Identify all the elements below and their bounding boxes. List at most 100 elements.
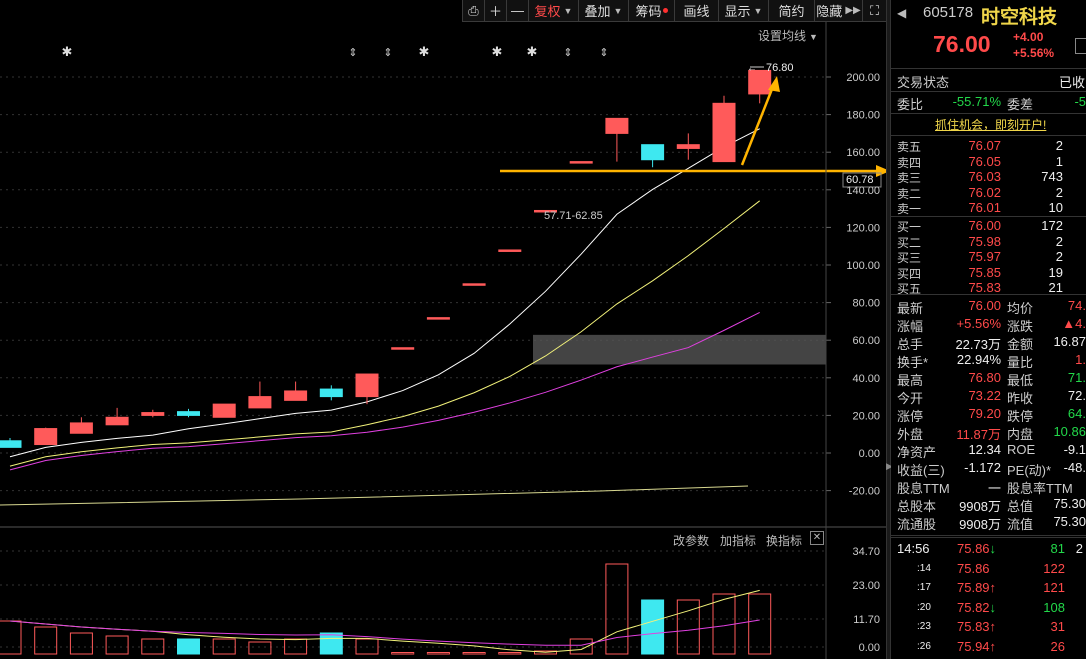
change-params-link[interactable]: 改参数 [673,532,709,549]
tick-volume: 108 [1043,599,1065,615]
event-star-icon: ✱ [492,44,503,59]
draw-line-button[interactable]: 画线 [674,0,718,22]
tick-price: 75.94↑ [957,638,997,654]
bid-level-label: 买三 [897,251,922,265]
candle-body [0,440,22,448]
annotations: 60.7876.80←57.71-62.85 [500,62,886,222]
ask-level-label: 卖二 [897,186,922,201]
dropdown-arrow-icon: ▼ [613,5,623,16]
volume-bar [641,599,665,655]
stat-row[interactable]: 股息TTM 一股息率TTM [891,478,1086,496]
lock-button[interactable]: ⎙ [462,0,484,22]
candle-body [248,396,272,409]
tick-time: 14:56 [897,541,930,556]
high-price-annotation: 76.80 [766,62,794,74]
expand-icon: ⛶ [869,2,880,18]
add-indicator-link[interactable]: 加指标 [720,532,756,549]
bid-volume: 2 [1055,249,1063,264]
candle-body [319,388,343,398]
tick-volume: 26 [1050,638,1065,654]
price-tick-label: 40.00 [852,373,880,385]
stat-value: 64. [1067,406,1086,421]
fuquan-button[interactable]: 复权 ▼ [528,0,578,22]
tick-row[interactable]: :17 75.89↑ 121 [891,580,1086,598]
stat-row[interactable]: 净资产 12.34 ROE -9.1 [891,442,1086,460]
stat-value: -9.1 [1063,442,1086,457]
tick-row[interactable]: :26 75.94↑ 26 [891,639,1086,657]
zoom-out-button[interactable]: — [506,0,528,22]
stat-label: 换手* [897,355,929,370]
stat-value: 10.86 [1053,424,1086,439]
price-change: +4.00 [1013,30,1044,44]
kline-chart[interactable]: ✱ ✱ ✱ ✱⇕ ⇕ ⇕ ⇕ 60.7876.80←57.71-62.85 200.0018… [0,0,886,659]
tick-volume: 81 [1050,541,1065,556]
candle-body [177,411,200,416]
fullscreen-button[interactable]: ⛶ [862,0,886,22]
stat-row[interactable]: 涨幅 +5.56% 涨跌 ▲4. [891,316,1086,334]
hide-button[interactable]: 隐藏 ▶▶ [814,0,862,22]
zoom-in-button[interactable]: ＋ [484,0,506,22]
dropdown-arrow-icon: ▼ [563,5,573,16]
display-button[interactable]: 显示 ▼ [718,0,768,22]
kline-chart-area[interactable]: ✱ ✱ ✱ ✱ ⇕ ⇕ ⇕ ⇕ 60.78 76.80 ← 57.71-62.85 200.00 18… [0,0,886,659]
tick-row[interactable]: :20 75.82↓ 108 [891,600,1086,618]
stat-value: 一 [987,481,1001,496]
switch-indicator-link[interactable]: 换指标 [766,532,802,549]
close-icon: ✕ [812,532,822,543]
price-tick-label: 60.00 [852,335,880,347]
volume-bar [105,635,129,655]
candle-body [676,144,700,149]
ma10-line [9,200,761,467]
stat-row[interactable]: 总股本 9908万 总值 75.30 [891,496,1086,514]
stat-value: 71. [1067,370,1086,385]
close-indicator-button[interactable]: ✕ [810,531,824,545]
prev-stock-arrow-icon[interactable]: ◀ [897,6,906,20]
volume-bar [605,563,629,655]
volume-tick-label: 34.70 [852,546,880,558]
overlay-button[interactable]: 叠加 ▼ [578,0,628,22]
chips-button[interactable]: 筹码 [628,0,674,22]
stat-value: 11.87万 [956,427,1001,442]
tick-row[interactable]: 14:56 75.86↓ 81 2 [891,541,1086,559]
volume-bar [462,652,486,655]
add-watchlist-button[interactable] [1075,38,1086,54]
stat-row[interactable]: 换手* 22.94% 量比 1. [891,352,1086,370]
dropdown-arrow-icon: ▼ [809,32,818,42]
candle-body [712,102,736,163]
open-account-promo-link[interactable]: 抓住机会，即刻开户! [935,116,1046,133]
stat-row[interactable]: 涨停 79.20 跌停 64. [891,406,1086,424]
stat-row[interactable]: 收益(三) -1.172 PE(动)* -48. [891,460,1086,478]
price-tick-label: -20.00 [849,486,880,498]
tick-time: :14 [917,562,931,574]
bid-level-label: 买一 [897,220,922,234]
price-tick-label: 120.00 [846,222,880,234]
stat-label: 最高 [897,373,924,388]
bid-volume: 2 [1055,233,1063,249]
price-tick-label: 180.00 [846,110,880,122]
stat-label: 涨停 [897,409,924,424]
ma-settings-link[interactable]: 设置均线 ▼ [758,27,818,44]
stat-row[interactable]: 今开 73.22 昨收 72. [891,388,1086,406]
candle-body [605,117,629,134]
candle-body [391,347,415,350]
stat-row[interactable]: 总手 22.73万 金额 16.87 [891,334,1086,352]
plus-icon: ＋ [488,4,502,19]
bid-price: 75.85 [968,264,1001,280]
bid-row[interactable]: 买五 75.83 21 [891,280,1086,298]
tick-time: :17 [917,582,931,593]
minus-icon: — [511,3,524,18]
tick-price: 75.82↓ [957,599,997,615]
stat-row[interactable]: 最新 76.00 均价 74. [891,298,1086,316]
stat-row[interactable]: 流通股 9908万 流值 75.30 [891,514,1086,532]
candle-body [105,416,129,426]
tick-row[interactable]: :14 75.86 122 [891,561,1086,579]
stat-row[interactable]: 外盘 11.87万 内盘 10.86 [891,424,1086,442]
candle-body [641,144,665,161]
candle-body [141,412,165,416]
tick-row[interactable]: :23 75.83↑ 31 [891,619,1086,637]
stat-row[interactable]: 最高 76.80 最低 71. [891,370,1086,388]
volume-tick-label: 11.70 [853,614,880,626]
ma5-line [9,128,760,458]
simple-mode-button[interactable]: 简约 [768,0,814,22]
up-arrow-icon: ↑ [989,619,997,634]
